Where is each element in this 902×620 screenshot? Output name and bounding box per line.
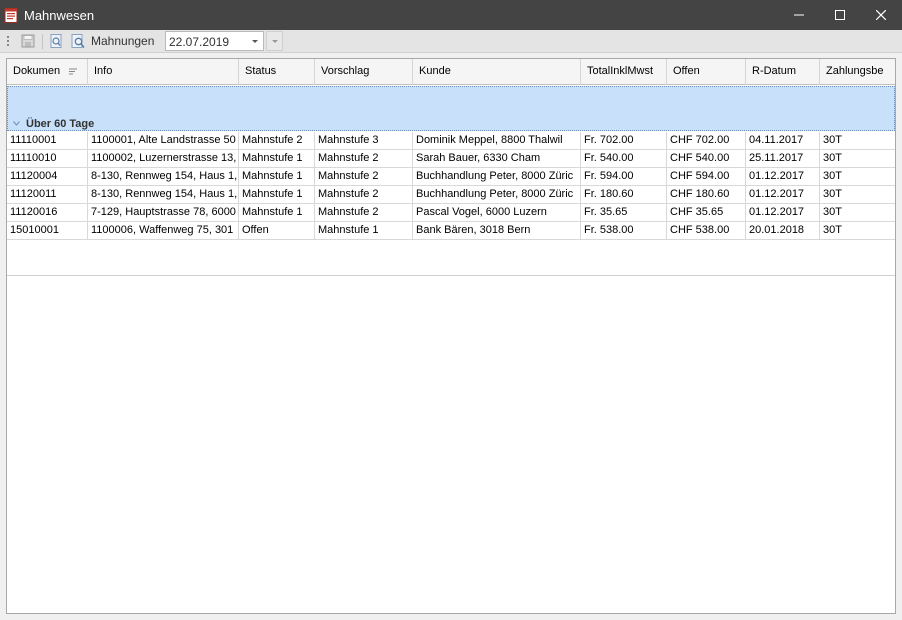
close-button[interactable]	[858, 0, 902, 30]
table-cell: Mahnstufe 2	[239, 132, 315, 150]
table-cell: Mahnstufe 3	[315, 132, 413, 150]
table-cell: 11120016	[7, 204, 88, 222]
table-cell: CHF 35.65	[667, 204, 746, 222]
table-cell: 01.12.2017	[746, 168, 820, 186]
table-cell: 8-130, Rennweg 154, Haus 1,	[88, 186, 239, 204]
table-cell: Mahnstufe 1	[239, 204, 315, 222]
table-cell: Dominik Meppel, 8800 Thalwil	[413, 132, 581, 150]
table-cell: Buchhandlung Peter, 8000 Züric	[413, 186, 581, 204]
table-cell: 15010001	[7, 222, 88, 240]
toolbar-label: Mahnungen	[91, 34, 155, 48]
close-icon	[876, 10, 886, 20]
table-cell: 8-130, Rennweg 154, Haus 1,	[88, 168, 239, 186]
column-header[interactable]: Kunde	[413, 59, 581, 85]
table-row[interactable]: 11110010 1100002, Luzernerstrasse 13, Mahn…	[7, 150, 895, 168]
group-row[interactable]: Über 60 Tage	[7, 86, 895, 131]
sort-icon	[69, 68, 77, 75]
data-grid[interactable]: Dokumen Info Status Vorschlag Kunde Tota…	[6, 58, 896, 614]
column-header[interactable]: Info	[88, 59, 239, 85]
table-row[interactable]: 11120011 8-130, Rennweg 154, Haus 1, Mahns…	[7, 186, 895, 204]
table-cell: Fr. 702.00	[581, 132, 667, 150]
group-label: Über 60 Tage	[26, 118, 95, 130]
table-cell: Mahnstufe 1	[315, 222, 413, 240]
table-cell: CHF 180.60	[667, 186, 746, 204]
column-header[interactable]: R-Datum	[746, 59, 820, 85]
table-row[interactable]: 11120016 7-129, Hauptstrasse 78, 6000 Mahn…	[7, 204, 895, 222]
table-cell: CHF 594.00	[667, 168, 746, 186]
table-cell: Fr. 540.00	[581, 150, 667, 168]
table-cell: Fr. 180.60	[581, 186, 667, 204]
table-cell: 30T	[823, 152, 842, 164]
toolbar-grip-icon[interactable]	[7, 35, 10, 48]
table-cell: 25.11.2017	[746, 150, 820, 168]
empty-row	[7, 240, 895, 276]
table-cell: Fr. 538.00	[581, 222, 667, 240]
column-header[interactable]: Vorschlag	[315, 59, 413, 85]
table-cell: Fr. 35.65	[581, 204, 667, 222]
table-cell: 11120004	[7, 168, 88, 186]
table-cell: 20.01.2018	[746, 222, 820, 240]
table-cell: 1100006, Waffenweg 75, 301	[88, 222, 239, 240]
maximize-button[interactable]	[817, 0, 863, 30]
collapse-chevron-icon[interactable]	[13, 121, 20, 126]
table-cell: Mahnstufe 2	[315, 204, 413, 222]
table-cell: 11120011	[7, 186, 88, 204]
toolbar-separator	[42, 34, 43, 49]
table-cell: 01.12.2017	[746, 186, 820, 204]
title-bar: Mahnwesen	[0, 0, 902, 30]
maximize-icon	[835, 10, 845, 20]
chevron-down-icon	[272, 40, 278, 43]
grid-header: Dokumen Info Status Vorschlag Kunde Tota…	[7, 59, 895, 85]
table-cell: Sarah Bauer, 6330 Cham	[413, 150, 581, 168]
table-cell: Offen	[239, 222, 315, 240]
table-row[interactable]: 15010001 1100006, Waffenweg 75, 301 Offen M…	[7, 222, 895, 240]
table-cell: Buchhandlung Peter, 8000 Züric	[413, 168, 581, 186]
table-cell: 11110010	[7, 150, 88, 168]
window-title: Mahnwesen	[24, 8, 95, 23]
column-header[interactable]: Zahlungsbe	[820, 59, 895, 85]
table-row[interactable]: 11110001 1100001, Alte Landstrasse 50 Mahn…	[7, 132, 895, 150]
chevron-down-icon[interactable]	[252, 40, 258, 43]
save-icon[interactable]	[20, 33, 36, 49]
table-cell: CHF 538.00	[667, 222, 746, 240]
table-cell: 30T	[823, 170, 842, 182]
table-cell: Mahnstufe 2	[315, 186, 413, 204]
column-header[interactable]: TotalInklMwst	[581, 59, 667, 85]
table-cell: 30T	[823, 224, 842, 236]
table-cell: 7-129, Hauptstrasse 78, 6000	[88, 204, 239, 222]
table-cell: Mahnstufe 2	[315, 168, 413, 186]
table-cell: 30T	[823, 206, 842, 218]
table-cell: 30T	[823, 134, 842, 146]
toolbar-overflow-dropdown[interactable]	[266, 31, 283, 51]
table-cell: Mahnstufe 2	[315, 150, 413, 168]
table-cell: Fr. 594.00	[581, 168, 667, 186]
search-preview-icon[interactable]	[70, 33, 86, 49]
table-cell: 01.12.2017	[746, 204, 820, 222]
minimize-button[interactable]	[776, 0, 822, 30]
table-cell: 1100001, Alte Landstrasse 50	[88, 132, 239, 150]
toolbar: Mahnungen 22.07.2019	[0, 30, 902, 53]
table-cell: 04.11.2017	[746, 132, 820, 150]
table-cell: 1100002, Luzernerstrasse 13,	[88, 150, 239, 168]
document-red-icon	[4, 8, 18, 23]
table-cell: Mahnstufe 1	[239, 186, 315, 204]
date-field[interactable]: 22.07.2019	[165, 31, 264, 51]
table-cell: 11110001	[7, 132, 88, 150]
table-cell: Pascal Vogel, 6000 Luzern	[413, 204, 581, 222]
table-cell: 30T	[823, 188, 842, 200]
table-cell: Mahnstufe 1	[239, 168, 315, 186]
table-cell: Bank Bären, 3018 Bern	[413, 222, 581, 240]
column-header[interactable]: Status	[239, 59, 315, 85]
column-header[interactable]: Offen	[667, 59, 746, 85]
preview-icon[interactable]	[48, 33, 64, 49]
date-value: 22.07.2019	[169, 35, 230, 49]
table-cell: Mahnstufe 1	[239, 150, 315, 168]
table-cell: CHF 702.00	[667, 132, 746, 150]
table-cell: CHF 540.00	[667, 150, 746, 168]
minimize-icon	[794, 14, 804, 16]
table-row[interactable]: 11120004 8-130, Rennweg 154, Haus 1, Mahns…	[7, 168, 895, 186]
